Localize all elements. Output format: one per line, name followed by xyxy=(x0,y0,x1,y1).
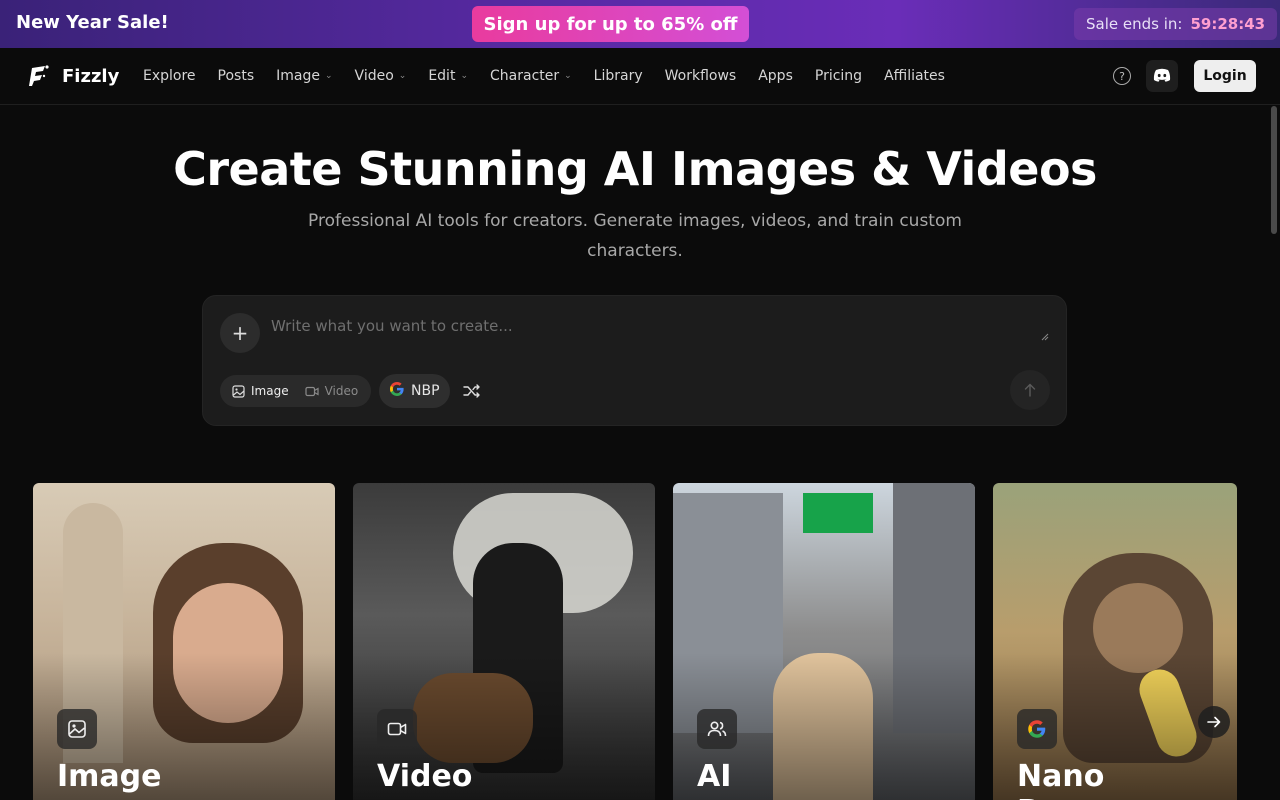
banner-title: New Year Sale! xyxy=(16,12,169,33)
image-icon xyxy=(68,720,86,738)
sale-timer-label: Sale ends in: xyxy=(1086,15,1183,33)
nav-image-label: Image xyxy=(276,68,320,84)
discord-icon xyxy=(1153,67,1171,86)
nav-library[interactable]: Library xyxy=(594,68,643,84)
page-scrollbar[interactable] xyxy=(1271,106,1277,234)
card-badge xyxy=(697,709,737,749)
feature-card-nano-banana[interactable]: Nano Banana xyxy=(993,483,1237,800)
nav-pricing-label: Pricing xyxy=(814,68,863,84)
chevron-down-icon: ⌄ xyxy=(398,71,407,81)
plus-icon: + xyxy=(231,321,249,345)
chevron-down-icon: ⌄ xyxy=(564,71,572,81)
image-icon xyxy=(232,384,245,398)
login-button[interactable]: Login xyxy=(1194,60,1256,92)
model-selector-button[interactable]: NBP xyxy=(379,374,450,408)
mode-image-button[interactable]: Image xyxy=(224,378,297,404)
arrow-up-icon xyxy=(1024,383,1036,397)
nav-character-label: Character xyxy=(490,68,560,84)
nav-character[interactable]: Character ⌄ xyxy=(490,68,572,84)
nav-links: Explore Posts Image ⌄ Video ⌄ Edit ⌄ Charac… xyxy=(143,68,967,84)
nav-affiliates-label: Affiliates xyxy=(884,68,945,84)
discord-button[interactable] xyxy=(1146,60,1178,92)
nav-edit-label: Edit xyxy=(428,68,456,84)
nav-workflows-label: Workflows xyxy=(664,68,737,84)
promo-banner: New Year Sale! Sign up for up to 65% off… xyxy=(0,0,1280,48)
mode-video-button[interactable]: Video xyxy=(297,378,367,404)
nav-video-label: Video xyxy=(354,68,394,84)
nav-apps-label: Apps xyxy=(758,68,793,84)
nav-posts-label: Posts xyxy=(217,68,255,84)
mode-video-label: Video xyxy=(324,384,359,398)
sale-timer-value: 59:28:43 xyxy=(1190,15,1266,33)
nav-affiliates[interactable]: Affiliates xyxy=(884,68,945,84)
prompt-composer: + Image Video NBP xyxy=(202,295,1067,426)
arrow-right-icon xyxy=(1207,716,1221,728)
nav-explore[interactable]: Explore xyxy=(143,68,196,84)
feature-card-image[interactable]: Image xyxy=(33,483,335,800)
google-icon xyxy=(389,381,405,401)
mode-image-label: Image xyxy=(251,384,289,398)
fizzly-logo-icon xyxy=(28,64,50,88)
card-title: Video xyxy=(377,759,473,794)
help-icon[interactable]: ? xyxy=(1113,67,1131,85)
nav-posts[interactable]: Posts xyxy=(218,68,255,84)
card-title: AI xyxy=(697,759,732,794)
prompt-input[interactable] xyxy=(271,314,1031,338)
feature-card-ai-character[interactable]: AI xyxy=(673,483,975,800)
feature-card-video[interactable]: Video xyxy=(353,483,655,800)
hero-title: Create Stunning AI Images & Videos xyxy=(173,142,1097,196)
chevron-down-icon: ⌄ xyxy=(325,71,333,81)
nav-image[interactable]: Image ⌄ xyxy=(276,68,332,84)
top-nav: Fizzly Explore Posts Image ⌄ Video ⌄ Edit ⌄… xyxy=(0,48,1280,105)
nav-explore-label: Explore xyxy=(143,68,196,84)
nav-video[interactable]: Video ⌄ xyxy=(355,68,407,84)
carousel-next-button[interactable] xyxy=(1198,706,1230,738)
chevron-down-icon: ⌄ xyxy=(460,71,468,81)
nav-edit[interactable]: Edit ⌄ xyxy=(428,68,468,84)
sale-timer: Sale ends in: 59:28:43 xyxy=(1074,8,1278,40)
video-icon xyxy=(387,722,407,736)
send-button[interactable] xyxy=(1010,370,1050,410)
card-badge xyxy=(1017,709,1057,749)
signup-sale-button[interactable]: Sign up for up to 65% off xyxy=(472,6,749,42)
nav-apps[interactable]: Apps xyxy=(758,68,793,84)
card-badge xyxy=(57,709,97,749)
shuffle-button[interactable] xyxy=(461,380,483,402)
media-mode-toggle: Image Video xyxy=(220,375,371,407)
users-icon xyxy=(707,721,727,737)
nav-workflows[interactable]: Workflows xyxy=(665,68,737,84)
brand-name: Fizzly xyxy=(62,65,120,87)
card-badge xyxy=(377,709,417,749)
model-name: NBP xyxy=(411,383,440,399)
google-icon xyxy=(1028,720,1046,738)
card-ai-billboard xyxy=(803,493,873,533)
card-title: Nano Banana xyxy=(1017,759,1143,800)
video-icon xyxy=(304,386,319,396)
brand-logo[interactable]: Fizzly xyxy=(28,64,119,88)
add-attachment-button[interactable]: + xyxy=(220,313,260,353)
card-title: Image xyxy=(57,759,162,794)
nav-library-label: Library xyxy=(593,68,643,84)
nav-pricing[interactable]: Pricing xyxy=(815,68,862,84)
hero-subtitle: Professional AI tools for creators. Gene… xyxy=(308,211,962,261)
shuffle-icon xyxy=(463,384,480,398)
resize-handle-icon[interactable] xyxy=(1041,326,1049,341)
